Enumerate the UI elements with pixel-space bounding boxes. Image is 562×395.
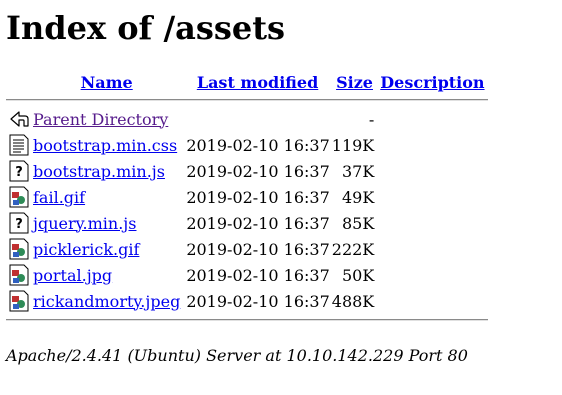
file-link[interactable]: bootstrap.min.js	[33, 162, 165, 181]
directory-listing: Name Last modified Size Description Pare…	[6, 70, 488, 326]
file-modified: 2019-02-10 16:37	[186, 265, 330, 285]
parent-directory-row: Parent Directory -	[6, 106, 488, 132]
svg-text:?: ?	[15, 217, 23, 232]
file-size: 488K	[331, 291, 375, 311]
file-modified: 2019-02-10 16:37	[186, 135, 330, 155]
file-modified: 2019-02-10 16:37	[186, 213, 330, 233]
file-modified: 2019-02-10 16:37	[186, 291, 330, 311]
unknown-file-icon: ?	[9, 212, 29, 234]
file-link[interactable]: jquery.min.js	[33, 214, 136, 233]
file-link[interactable]: picklerick.gif	[33, 240, 139, 259]
back-icon	[10, 111, 29, 127]
file-size: 37K	[341, 161, 375, 181]
parent-directory-link[interactable]: Parent Directory	[33, 110, 168, 129]
file-row: rickandmorty.jpeg 2019-02-10 16:37 488K	[6, 288, 488, 314]
file-modified: 2019-02-10 16:37	[186, 239, 330, 259]
icon-column-header	[6, 70, 30, 94]
image-file-icon	[9, 290, 29, 312]
sort-by-description-link[interactable]: Description	[380, 73, 484, 92]
sort-by-size-link[interactable]: Size	[336, 73, 373, 92]
unknown-file-icon: ?	[9, 160, 29, 182]
file-link[interactable]: rickandmorty.jpeg	[33, 292, 180, 311]
file-modified: 2019-02-10 16:37	[186, 187, 330, 207]
file-size: 50K	[341, 265, 375, 285]
image-file-icon	[9, 238, 29, 260]
file-size: 49K	[341, 187, 375, 207]
file-link[interactable]: portal.jpg	[33, 266, 112, 285]
file-row: portal.jpg 2019-02-10 16:37 50K	[6, 262, 488, 288]
svg-text:?: ?	[15, 165, 23, 180]
bottom-divider	[6, 319, 488, 321]
file-size: -	[368, 109, 375, 129]
file-row: bootstrap.min.css 2019-02-10 16:37 119K	[6, 132, 488, 158]
top-divider	[6, 99, 488, 101]
file-row: ? bootstrap.min.js 2019-02-10 16:37 37K	[6, 158, 488, 184]
file-link[interactable]: bootstrap.min.css	[33, 136, 177, 155]
file-modified: 2019-02-10 16:37	[186, 161, 330, 181]
header-row: Name Last modified Size Description	[6, 70, 488, 94]
file-row: picklerick.gif 2019-02-10 16:37 222K	[6, 236, 488, 262]
sort-by-modified-link[interactable]: Last modified	[197, 73, 318, 92]
file-size: 85K	[341, 213, 375, 233]
file-row: fail.gif 2019-02-10 16:37 49K	[6, 184, 488, 210]
file-link[interactable]: fail.gif	[33, 188, 85, 207]
file-row: ? jquery.min.js 2019-02-10 16:37 85K	[6, 210, 488, 236]
image-file-icon	[9, 264, 29, 286]
text-file-icon	[9, 134, 29, 156]
image-file-icon	[9, 186, 29, 208]
sort-by-name-link[interactable]: Name	[81, 73, 133, 92]
file-size: 119K	[331, 135, 375, 155]
page-title: Index of /assets	[6, 9, 286, 47]
file-size: 222K	[331, 239, 375, 259]
server-signature: Apache/2.4.41 (Ubuntu) Server at 10.10.1…	[6, 346, 468, 365]
